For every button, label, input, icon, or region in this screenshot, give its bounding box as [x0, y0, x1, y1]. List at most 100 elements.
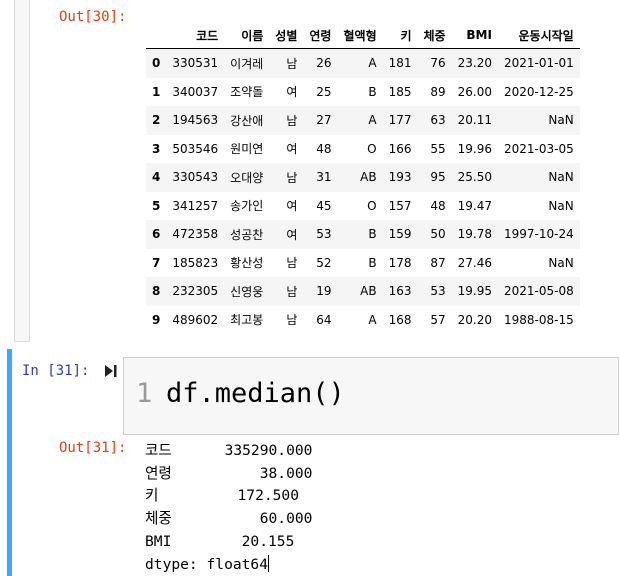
- table-cell: 남: [286, 56, 298, 71]
- table-cell: O: [367, 141, 377, 156]
- table-cell: 55: [430, 141, 446, 156]
- table-cell: 원미연: [230, 142, 264, 157]
- column-header: 코드: [166, 22, 225, 49]
- table-row: 2 194563 강산애 남 27 A 177 63 20.11 NaN: [146, 106, 580, 135]
- table-cell: 남: [286, 313, 298, 328]
- table-cell: AB: [360, 284, 377, 299]
- table-cell: 2020-12-25: [503, 84, 574, 99]
- row-index: 2: [152, 113, 161, 128]
- table-cell: 남: [286, 284, 298, 299]
- table-row: 1 340037 조약돌 여 25 B 185 89 26.00 2020-12-25: [146, 78, 580, 107]
- table-cell: A: [368, 56, 377, 71]
- output-line-text: 체중 60.000: [145, 510, 313, 528]
- output-line: dtype: float64: [145, 554, 312, 576]
- table-cell: 오대양: [230, 170, 264, 185]
- table-cell: 157: [388, 198, 412, 213]
- run-cell-icon[interactable]: [104, 364, 118, 378]
- table-cell: 48: [316, 141, 332, 156]
- column-header-index: [146, 22, 167, 49]
- output-line-text: 연령 38.000: [145, 464, 313, 482]
- out-prompt-30: Out[30]:: [59, 9, 127, 25]
- table-row: 8 232305 신영웅 남 19 AB 163 53 19.95 2021-05-08: [146, 277, 580, 306]
- row-index: 8: [152, 284, 161, 299]
- table-cell: 330531: [172, 56, 219, 71]
- row-index: 1: [152, 84, 161, 99]
- table-cell: 19.96: [457, 141, 492, 156]
- table-cell: O: [367, 198, 377, 213]
- output-line-text: dtype: float64: [145, 555, 269, 573]
- table-cell: 89: [430, 84, 446, 99]
- table-cell: NaN: [548, 198, 574, 213]
- column-header: 연령: [303, 22, 338, 49]
- output-line: BMI 20.155: [145, 531, 312, 554]
- output-line-text: 코드 335290.000: [145, 442, 313, 459]
- column-header: 체중: [417, 22, 452, 49]
- table-cell: B: [368, 84, 377, 99]
- column-header: BMI: [451, 22, 498, 49]
- output-line: 코드 335290.000: [145, 440, 312, 463]
- table-cell: 181: [388, 56, 412, 71]
- code-editor[interactable]: 1 df.median(): [123, 357, 619, 435]
- table-cell: A: [368, 113, 377, 128]
- table-cell: AB: [360, 170, 377, 185]
- table-cell: 64: [316, 312, 332, 327]
- code-cell-31[interactable]: In [31]: 1 df.median() Out[31]: 코드 33529…: [0, 349, 619, 576]
- table-cell: NaN: [548, 255, 574, 270]
- table-cell: 송가인: [230, 199, 264, 214]
- table-cell: 20.11: [457, 113, 492, 128]
- table-cell: 26.00: [457, 84, 492, 99]
- table-cell: 27: [316, 113, 332, 128]
- table-cell: 53: [430, 284, 446, 299]
- in-prompt-31: In [31]:: [22, 363, 90, 379]
- table-cell: 163: [388, 284, 412, 299]
- table-cell: 2021-05-08: [503, 284, 574, 299]
- row-index: 6: [152, 227, 161, 242]
- row-index: 0: [152, 56, 161, 71]
- table-cell: 이겨레: [230, 56, 264, 71]
- table-cell: A: [368, 312, 377, 327]
- table-cell: 신영웅: [230, 284, 264, 299]
- table-cell: 19.47: [457, 198, 492, 213]
- table-cell: 20.20: [457, 312, 492, 327]
- column-header: 이름: [224, 22, 270, 49]
- table-cell: 45: [316, 198, 332, 213]
- out-prompt-31: Out[31]:: [59, 440, 127, 456]
- output-line-text: BMI 20.155: [145, 532, 295, 550]
- table-cell: 76: [430, 56, 446, 71]
- table-cell: 52: [316, 255, 332, 270]
- output-scrollbar[interactable]: [14, 0, 30, 342]
- table-cell: 57: [430, 312, 446, 327]
- table-cell: B: [368, 255, 377, 270]
- table-cell: 330543: [172, 170, 219, 185]
- code-text[interactable]: df.median(): [166, 378, 345, 409]
- table-cell: 1988-08-15: [503, 312, 574, 327]
- table-cell: 27.46: [457, 255, 492, 270]
- table-cell: 성공찬: [230, 227, 264, 242]
- table-row: 3 503546 원미연 여 48 O 166 55 19.96 2021-03-05: [146, 135, 580, 164]
- column-header: 성별: [269, 22, 304, 49]
- table-cell: 2021-01-01: [503, 56, 574, 71]
- table-cell: 185: [388, 84, 412, 99]
- table-cell: B: [368, 227, 377, 242]
- column-header: 혈액형: [337, 22, 383, 49]
- table-cell: NaN: [548, 170, 574, 185]
- table-cell: 503546: [172, 141, 219, 156]
- table-cell: 50: [430, 227, 446, 242]
- table-cell: 1997-10-24: [503, 227, 574, 242]
- table-cell: 31: [316, 170, 332, 185]
- row-index: 3: [152, 141, 161, 156]
- table-cell: 여: [286, 85, 298, 100]
- table-cell: 25.50: [457, 170, 492, 185]
- table-cell: NaN: [548, 113, 574, 128]
- table-cell: 194563: [172, 113, 219, 128]
- table-header-row: 코드 이름 성별 연령 혈액형 키 체중 BMI 운동시작일: [146, 22, 580, 49]
- column-header: 키: [382, 22, 418, 49]
- table-row: 4 330543 오대양 남 31 AB 193 95 25.50 NaN: [146, 163, 580, 192]
- column-header: 운동시작일: [497, 22, 580, 49]
- table-cell: 여: [286, 227, 298, 242]
- table-cell: 166: [388, 141, 412, 156]
- table-cell: 489602: [172, 312, 219, 327]
- dataframe-table: 코드 이름 성별 연령 혈액형 키 체중 BMI 운동시작일 0 330531 이겨레 남 26 A 181…: [146, 22, 580, 334]
- table-cell: 여: [286, 199, 298, 214]
- table-cell: 48: [430, 198, 446, 213]
